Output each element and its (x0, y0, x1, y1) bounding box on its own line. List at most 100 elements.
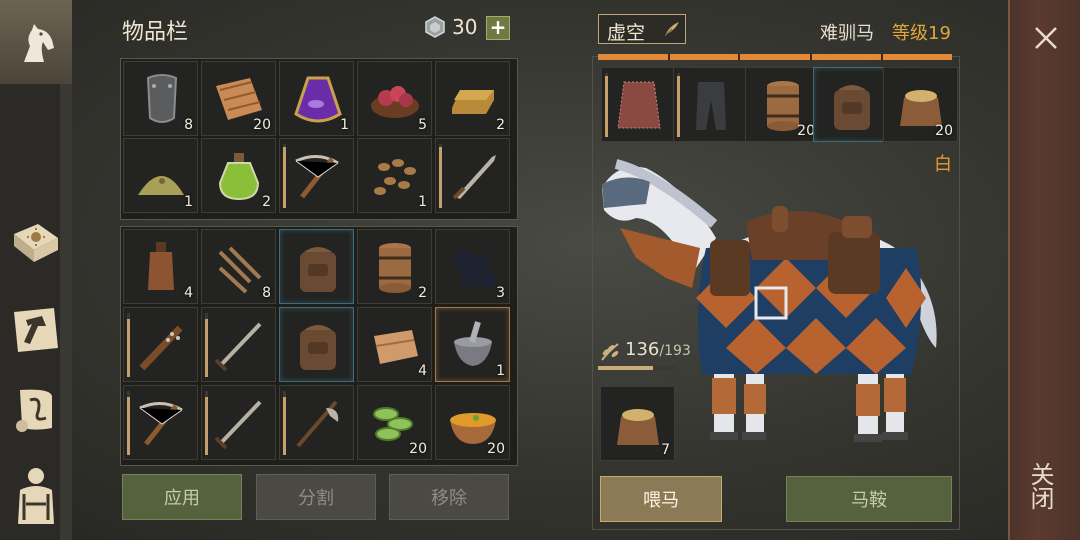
item-quantity: 5 (418, 117, 427, 133)
item-quantity: 1 (340, 117, 349, 133)
inventory-slot[interactable]: 8 (201, 229, 276, 304)
long-sword-icon (214, 322, 262, 372)
seeds-pile-icon (374, 159, 416, 195)
item-quantity: 8 (184, 117, 193, 133)
inventory-slot[interactable]: 20 (357, 385, 432, 460)
item-quantity: 8 (262, 285, 271, 301)
backpack-icon (300, 325, 336, 370)
durability-bar (127, 319, 130, 377)
herb-powder-pile-icon (138, 176, 184, 195)
add-currency-button[interactable]: + (486, 16, 510, 40)
inventory-slot[interactable] (435, 138, 510, 213)
crossbow-icon (295, 155, 339, 199)
close-x-icon[interactable] (1030, 22, 1062, 54)
horse-head-icon (24, 24, 54, 62)
food-max: /193 (659, 343, 691, 359)
nav-character-tab[interactable] (4, 464, 68, 528)
wooden-barrel-icon (379, 243, 411, 293)
durability-bar (439, 147, 442, 208)
item-quantity: 1 (418, 194, 427, 210)
folded-cloth-icon (374, 330, 418, 364)
raw-meat-bowl-icon (371, 86, 419, 118)
apply-button[interactable]: 应用 (122, 474, 242, 520)
long-sword-icon (214, 400, 262, 450)
inventory-slot[interactable]: 1 (123, 138, 198, 213)
inventory-slot[interactable]: 2 (201, 138, 276, 213)
purple-potion-flask-icon (294, 76, 342, 123)
durability-bar (283, 397, 286, 455)
inventory-slot[interactable] (279, 385, 354, 460)
inventory-slot[interactable] (123, 307, 198, 382)
inventory-slot[interactable]: 8 (123, 61, 198, 136)
recipe-book-icon (14, 224, 58, 262)
saddle-button[interactable]: 马鞍 (786, 476, 952, 522)
horse-level: 等级19 (892, 23, 951, 44)
item-quantity: 1 (496, 363, 505, 379)
horse-food-readout: 136/193 (625, 339, 691, 360)
durability-bar (205, 397, 208, 455)
inventory-slot[interactable] (279, 229, 354, 304)
durability-bar (205, 319, 208, 377)
inventory-slot[interactable]: 1 (357, 138, 432, 213)
quill-edit-icon[interactable] (663, 20, 681, 38)
inventory-slot[interactable]: 4 (357, 307, 432, 382)
inventory-slot[interactable]: 1 (279, 61, 354, 136)
scroll-map-icon (16, 389, 52, 432)
coal-lumps-icon (454, 250, 496, 288)
sword-icon (452, 155, 496, 200)
close-panel[interactable]: 关闭 (1008, 0, 1080, 540)
inventory-slot[interactable]: 3 (435, 229, 510, 304)
nav-quests-tab[interactable] (4, 378, 68, 442)
inventory-slot[interactable] (279, 307, 354, 382)
item-quantity: 20 (409, 441, 427, 457)
mortar-pestle-icon (454, 321, 492, 366)
item-quantity: 4 (184, 285, 193, 301)
horse-name-box[interactable]: 虚空 (598, 14, 686, 44)
nav-recipes-tab[interactable] (4, 212, 68, 276)
feed-horse-button[interactable]: 喂马 (600, 476, 722, 522)
item-quantity: 4 (418, 363, 427, 379)
backpack-icon (300, 247, 336, 292)
inventory-slot[interactable]: 20 (201, 61, 276, 136)
horse-type: 难驯马 (820, 23, 874, 44)
item-quantity: 2 (418, 285, 427, 301)
food-current: 136 (625, 339, 660, 360)
durability-bar (127, 397, 130, 455)
nav-horse-tab[interactable] (0, 0, 72, 84)
item-quantity: 2 (262, 194, 271, 210)
crossbow-icon (139, 402, 183, 446)
inventory-slot[interactable]: 1 (435, 307, 510, 382)
close-label[interactable]: 关闭 (1026, 462, 1058, 510)
inventory-slot[interactable] (123, 385, 198, 460)
inventory-slot[interactable] (279, 138, 354, 213)
item-quantity: 20 (253, 117, 271, 133)
horse-name: 虚空 (607, 22, 646, 44)
inventory-slot[interactable]: 2 (357, 229, 432, 304)
remove-button[interactable]: 移除 (389, 474, 509, 520)
leather-flask-icon (148, 242, 174, 290)
inventory-slot[interactable]: 5 (357, 61, 432, 136)
halberd-icon (296, 400, 339, 448)
inventory-slot[interactable]: 2 (435, 61, 510, 136)
left-nav (0, 0, 72, 540)
gem-coin-icon (425, 16, 445, 38)
horse-stat-bar (598, 54, 952, 60)
nav-crafting-tab[interactable] (4, 298, 68, 362)
crafting-hammer-icon (14, 308, 58, 352)
inventory-slot[interactable] (201, 307, 276, 382)
wheat-icon (601, 343, 619, 361)
food-progress-track (598, 366, 676, 370)
gold-ingot-icon (452, 90, 494, 114)
spiked-club-icon (139, 325, 183, 371)
inventory-slot[interactable]: 20 (435, 385, 510, 460)
armored-horse-image (602, 159, 937, 442)
green-potion-bottle-icon (218, 153, 260, 201)
item-quantity: 3 (496, 285, 505, 301)
inventory-title: 物品栏 (122, 20, 189, 45)
item-quantity: 1 (184, 194, 193, 210)
split-button[interactable]: 分割 (256, 474, 376, 520)
inventory-slot[interactable] (201, 385, 276, 460)
metal-plate-armor-icon (146, 74, 178, 123)
inventory-slot[interactable]: 4 (123, 229, 198, 304)
item-quantity: 2 (496, 117, 505, 133)
